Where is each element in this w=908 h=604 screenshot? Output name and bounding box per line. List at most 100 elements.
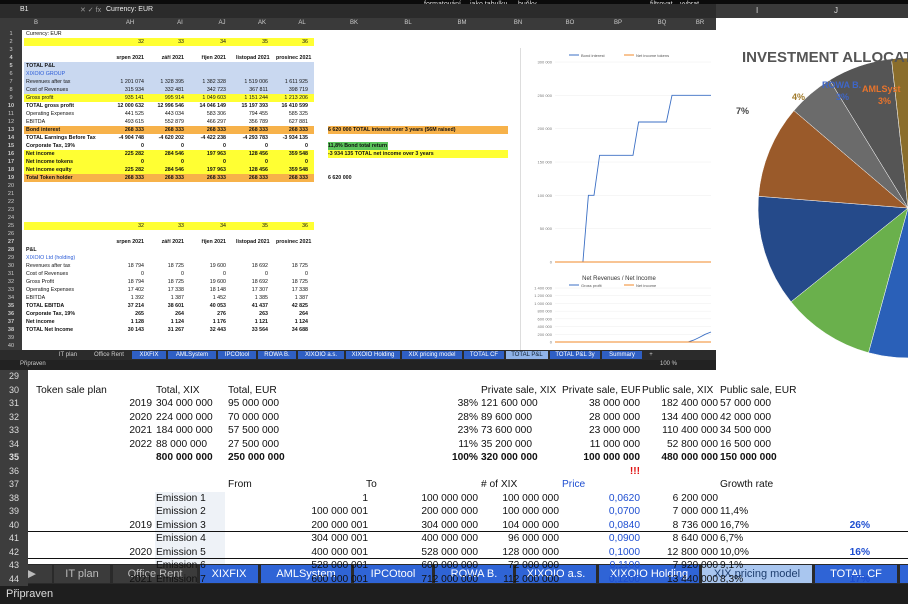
cell[interactable]: Growth rate — [720, 478, 798, 492]
cell[interactable]: 8,3% — [720, 573, 798, 587]
row-number[interactable]: 38 — [0, 326, 22, 334]
cell[interactable]: 2021 — [36, 424, 152, 438]
cell[interactable]: 0,1100 — [562, 559, 640, 573]
row-number[interactable]: 15 — [0, 142, 22, 150]
row-number[interactable]: 42 — [0, 545, 28, 559]
row-number[interactable]: 9 — [0, 94, 22, 102]
cell[interactable]: 2019 — [36, 397, 152, 411]
cell[interactable]: From — [228, 478, 368, 492]
row-number[interactable]: 27 — [0, 238, 22, 246]
row-number[interactable]: 13 — [0, 126, 22, 134]
net-revenues-chart[interactable]: Net Revenues / Net IncomeGross profit Net… — [520, 270, 716, 350]
cell[interactable]: Token sale plan — [36, 384, 152, 398]
row-number[interactable]: 4 — [0, 54, 22, 62]
row-number[interactable]: 43 — [0, 559, 28, 573]
cell[interactable]: 104 000 000 — [481, 519, 559, 533]
cell[interactable]: To — [366, 478, 478, 492]
column-header[interactable]: AJ — [212, 20, 232, 26]
column-header[interactable]: BQ — [652, 20, 672, 26]
cell[interactable]: 200 000 001 — [228, 519, 368, 533]
cell[interactable]: Private sale, XIX — [481, 384, 559, 398]
cell[interactable]: 16 500 000 — [720, 438, 798, 452]
cell[interactable]: 320 000 000 — [481, 451, 559, 465]
row-number[interactable]: 32 — [0, 278, 22, 286]
column-header[interactable]: AH — [120, 20, 140, 26]
cell[interactable]: 134 400 000 — [642, 411, 718, 425]
cell[interactable]: 150 000 000 — [720, 451, 798, 465]
row-number[interactable]: 1 — [0, 30, 22, 38]
cell[interactable]: 110 400 000 — [642, 424, 718, 438]
row-number[interactable]: 17 — [0, 158, 22, 166]
cell[interactable]: 0,0700 — [562, 505, 640, 519]
column-header[interactable]: AI — [170, 20, 190, 26]
cell[interactable]: 57 000 000 — [720, 397, 798, 411]
cell[interactable]: Emission 5 — [156, 546, 224, 560]
sheet-tab[interactable]: Office Rent — [88, 351, 130, 359]
name-box[interactable]: B1 — [20, 6, 29, 13]
cell[interactable]: 121 600 000 — [481, 397, 559, 411]
cell[interactable]: 0,1000 — [562, 546, 640, 560]
row-number[interactable]: 29 — [0, 370, 28, 384]
cell[interactable]: 304 000 000 — [366, 519, 478, 533]
cell[interactable]: 304 000 000 — [156, 397, 224, 411]
cell[interactable]: 34 500 000 — [720, 424, 798, 438]
cell[interactable]: 224 000 000 — [156, 411, 224, 425]
row-number[interactable]: 31 — [0, 270, 22, 278]
cell[interactable]: # of XIX — [481, 478, 559, 492]
row-number[interactable]: 30 — [0, 383, 28, 397]
cell[interactable]: 70 000 000 — [228, 411, 368, 425]
row-number[interactable]: 21 — [0, 190, 22, 198]
cell[interactable]: Total, EUR — [228, 384, 368, 398]
cell[interactable]: 28% — [400, 411, 478, 425]
cell[interactable]: 100 000 001 — [228, 505, 368, 519]
cell[interactable]: 11,4% — [720, 505, 798, 519]
column-header[interactable]: BM — [452, 20, 472, 26]
cell[interactable]: 2019 — [36, 519, 152, 533]
row-number[interactable]: 23 — [0, 206, 22, 214]
row-number[interactable]: 32 — [0, 410, 28, 424]
cell[interactable]: 100% — [400, 451, 478, 465]
cell[interactable]: 8 736 000 — [642, 519, 718, 533]
cell[interactable]: 52 800 000 — [642, 438, 718, 452]
sheet-tab[interactable]: Summary — [602, 351, 642, 359]
row-number[interactable]: 39 — [0, 334, 22, 342]
cell[interactable]: 10,0% — [720, 546, 798, 560]
row-number[interactable]: 11 — [0, 110, 22, 118]
row-number[interactable]: 34 — [0, 294, 22, 302]
row-number[interactable]: 35 — [0, 451, 28, 465]
cell[interactable]: Total, XIX — [156, 384, 224, 398]
sheet-tab[interactable]: XIXOIO Holding — [346, 351, 400, 359]
cell[interactable]: 89 600 000 — [481, 411, 559, 425]
cell[interactable]: 38% — [400, 397, 478, 411]
column-header[interactable]: BL — [398, 20, 418, 26]
cell[interactable]: 400 000 001 — [228, 546, 368, 560]
row-number[interactable]: 19 — [0, 174, 22, 182]
column-header[interactable]: BR — [690, 20, 710, 26]
row-number[interactable]: 44 — [0, 572, 28, 586]
cell[interactable]: 38 000 000 — [562, 397, 640, 411]
cell[interactable]: 0,1200 — [562, 573, 640, 587]
row-number[interactable]: 37 — [0, 478, 28, 492]
cell[interactable]: 0,0620 — [562, 492, 640, 506]
cell[interactable]: 9,1% — [720, 559, 798, 573]
row-number[interactable]: 24 — [0, 214, 22, 222]
cell[interactable]: 16% — [800, 546, 870, 560]
cell[interactable]: Emission 1 — [156, 492, 224, 506]
cell[interactable]: 200 000 000 — [366, 505, 478, 519]
row-number[interactable]: 28 — [0, 246, 22, 254]
row-number[interactable]: 38 — [0, 491, 28, 505]
cell[interactable]: 712 000 000 — [366, 573, 478, 587]
row-number[interactable]: 34 — [0, 437, 28, 451]
cell[interactable]: Public sale, XIX — [642, 384, 718, 398]
cell[interactable]: Emission 7 — [156, 573, 224, 587]
cell[interactable]: 6,7% — [720, 532, 798, 546]
sheet-tab[interactable]: IPCOtool — [218, 351, 256, 359]
cell[interactable]: 13 440 000 — [642, 573, 718, 587]
cell[interactable]: 17% — [800, 573, 870, 587]
cell[interactable]: 42 000 000 — [720, 411, 798, 425]
cell[interactable]: Emission 4 — [156, 532, 224, 546]
cell[interactable]: 128 000 000 — [481, 546, 559, 560]
sheet-tab[interactable]: TOTAL P&L 3y — [550, 351, 600, 359]
row-number[interactable]: 29 — [0, 254, 22, 262]
cell[interactable]: Emission 6 — [156, 559, 224, 573]
